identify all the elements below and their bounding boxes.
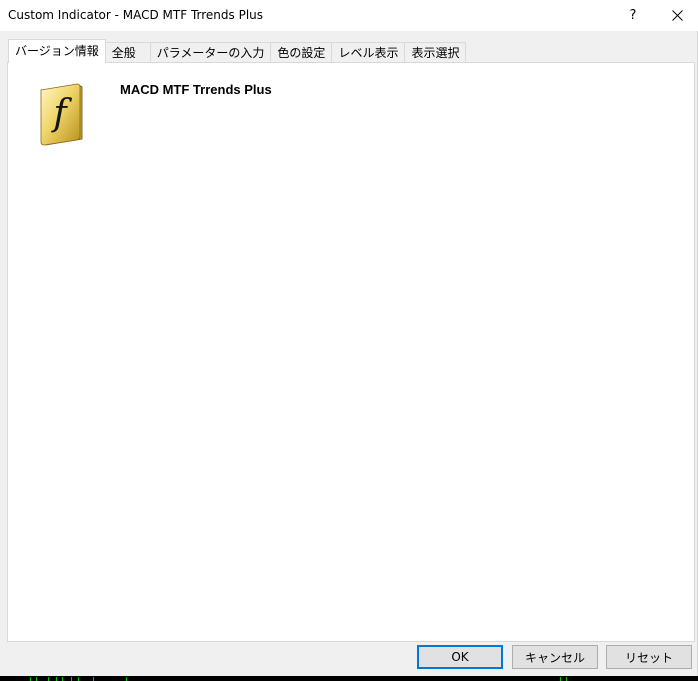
tab-strip: バージョン情報 全般 パラメーターの入力 色の設定 レベル表示 表示選択 <box>8 39 467 63</box>
help-button[interactable]: ? <box>610 0 656 31</box>
cancel-button[interactable]: キャンセル <box>512 645 598 669</box>
dialog-window: Custom Indicator - MACD MTF Trrends Plus… <box>0 0 698 681</box>
tab-general[interactable]: 全般 <box>104 42 151 63</box>
close-button[interactable] <box>654 0 698 31</box>
ok-button[interactable]: OK <box>417 645 503 669</box>
window-title: Custom Indicator - MACD MTF Trrends Plus <box>8 8 264 22</box>
indicator-function-icon: f <box>40 83 83 146</box>
indicator-name: MACD MTF Trrends Plus <box>120 82 272 97</box>
tab-levels[interactable]: レベル表示 <box>331 42 406 63</box>
version-info-panel: f MACD MTF Trrends Plus <box>7 62 695 642</box>
tab-version-info[interactable]: バージョン情報 <box>8 39 106 63</box>
reset-button[interactable]: リセット <box>606 645 692 669</box>
title-bar[interactable]: Custom Indicator - MACD MTF Trrends Plus… <box>0 0 698 31</box>
close-icon <box>671 10 683 21</box>
background-chart-strip <box>0 676 698 681</box>
tab-inputs[interactable]: パラメーターの入力 <box>149 42 272 63</box>
tab-colors[interactable]: 色の設定 <box>270 42 333 63</box>
tab-visualization[interactable]: 表示選択 <box>404 42 467 63</box>
